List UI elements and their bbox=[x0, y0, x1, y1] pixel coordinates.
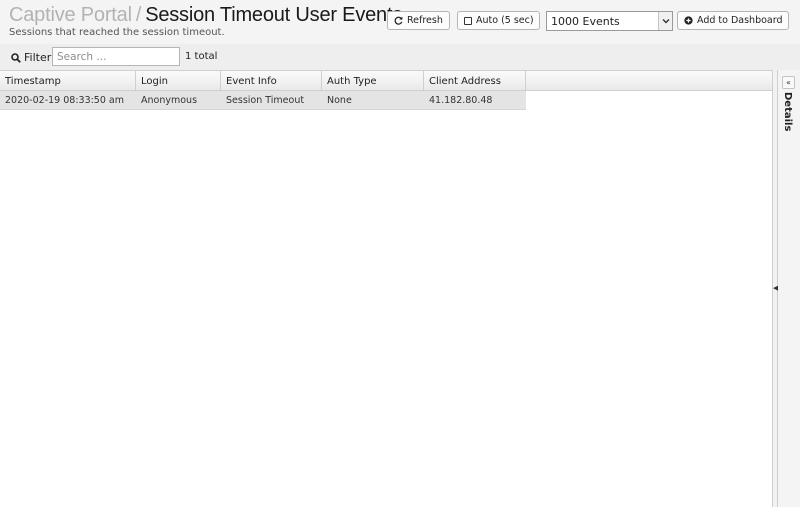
refresh-icon bbox=[394, 16, 403, 25]
filter-label: Filter bbox=[11, 51, 51, 64]
details-panel-label[interactable]: Details bbox=[782, 92, 793, 131]
refresh-label: Refresh bbox=[407, 15, 443, 26]
column-header-login[interactable]: Login bbox=[136, 71, 221, 91]
checkbox-icon[interactable] bbox=[464, 16, 472, 25]
page-title-text: Session Timeout User Events bbox=[145, 4, 403, 26]
chevron-down-icon[interactable] bbox=[658, 12, 672, 30]
table-empty-area bbox=[526, 91, 772, 507]
plus-circle-icon bbox=[684, 16, 693, 25]
add-to-dashboard-label: Add to Dashboard bbox=[697, 15, 783, 26]
column-header-client-address[interactable]: Client Address bbox=[424, 71, 526, 91]
details-panel: « Details bbox=[778, 70, 800, 507]
column-header-event-info[interactable]: Event Info bbox=[221, 71, 322, 91]
page-header: Captive Portal / Session Timeout User Even… bbox=[0, 0, 800, 44]
cell-client-address: 41.182.80.48 bbox=[429, 94, 493, 106]
add-to-dashboard-button[interactable]: Add to Dashboard bbox=[677, 11, 789, 30]
double-chevron-left-icon[interactable]: « bbox=[782, 76, 795, 89]
column-header-auth-type[interactable]: Auth Type bbox=[322, 71, 424, 91]
column-header-timestamp[interactable]: Timestamp bbox=[0, 71, 136, 91]
breadcrumb-parent[interactable]: Captive Portal bbox=[9, 4, 132, 26]
filter-label-text: Filter bbox=[24, 51, 52, 64]
filter-bar: Filter 1 total bbox=[0, 44, 800, 70]
total-count: 1 total bbox=[185, 51, 218, 62]
breadcrumb-separator: / bbox=[135, 4, 142, 26]
events-limit-select[interactable]: 1000 Events bbox=[546, 11, 673, 31]
cell-login: Anonymous bbox=[141, 94, 198, 106]
refresh-button[interactable]: Refresh bbox=[387, 11, 450, 30]
table-header: Timestamp Login Event Info Auth Type Cli… bbox=[0, 71, 772, 91]
page-title: Captive Portal / Session Timeout User Even… bbox=[9, 4, 402, 27]
cell-timestamp: 2020-02-19 08:33:50 am bbox=[5, 94, 124, 106]
events-table: Timestamp Login Event Info Auth Type Cli… bbox=[0, 70, 772, 507]
table-row[interactable]: 2020-02-19 08:33:50 am Anonymous Session… bbox=[0, 91, 526, 110]
page-subtitle: Sessions that reached the session timeou… bbox=[9, 27, 225, 38]
events-limit-value: 1000 Events bbox=[551, 14, 620, 28]
cell-auth-type: None bbox=[327, 94, 352, 106]
auto-refresh-label: Auto (5 sec) bbox=[476, 15, 534, 26]
auto-refresh-toggle[interactable]: Auto (5 sec) bbox=[457, 11, 540, 30]
cell-event-info: Session Timeout bbox=[226, 94, 305, 106]
search-input[interactable] bbox=[52, 47, 180, 66]
search-icon bbox=[11, 52, 21, 63]
